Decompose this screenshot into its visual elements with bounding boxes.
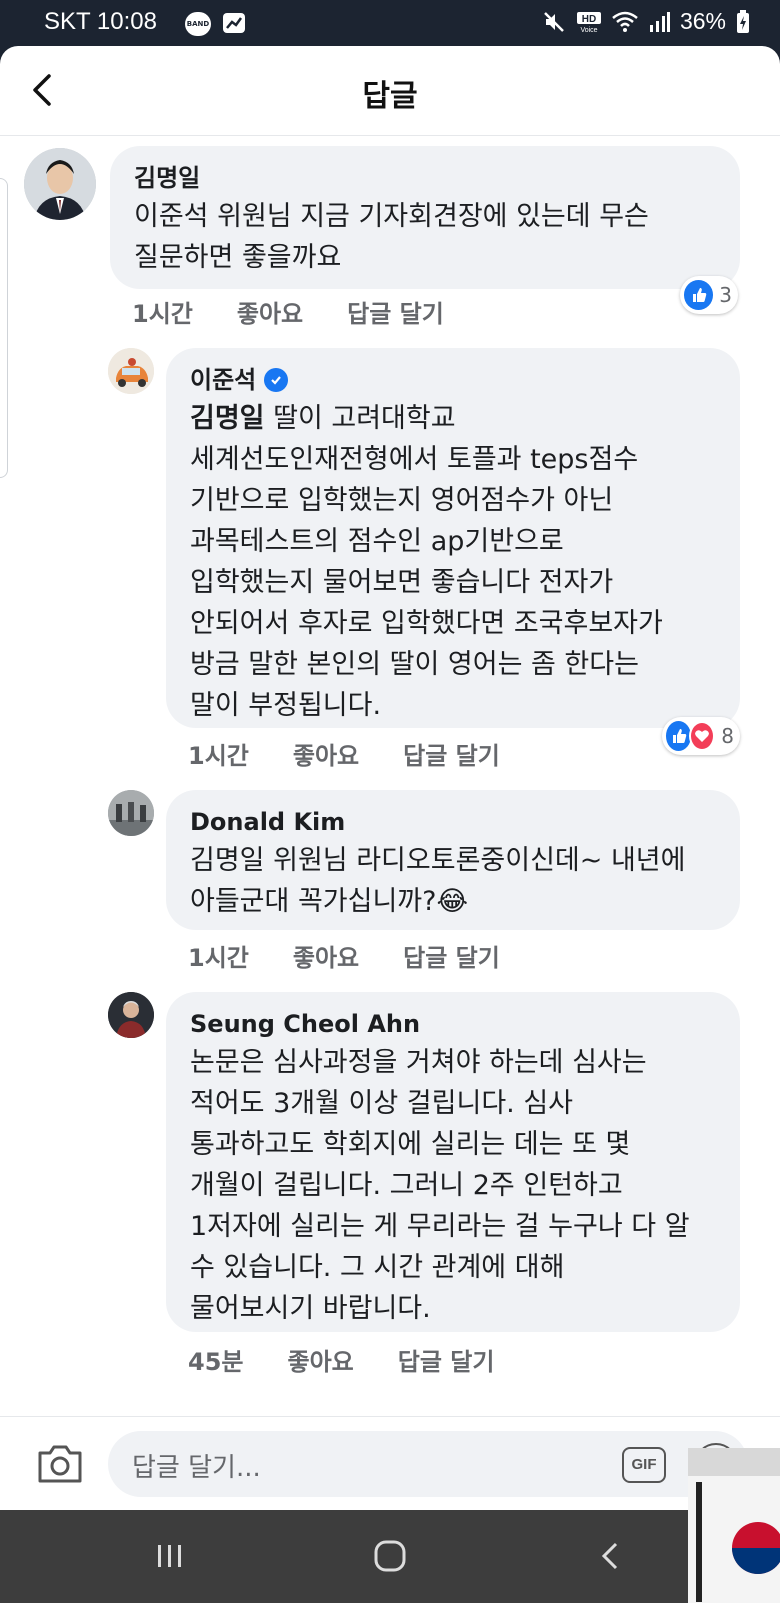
reply-button[interactable]: 답글 달기 [403,736,500,771]
svg-text:HD: HD [582,14,596,25]
reply-button[interactable]: 답글 달기 [403,938,500,973]
battery-icon [737,9,749,33]
comment-author[interactable]: 김명일 [134,160,716,196]
avatar[interactable] [24,148,96,220]
camera-icon [38,1445,82,1483]
avatar[interactable] [108,348,154,394]
comment-author[interactable]: 이준석 [190,362,256,398]
love-reaction-icon [689,721,716,751]
status-bar: SKT 10:08 BAND HD Voice 36% [0,0,780,46]
back-nav-icon [601,1542,618,1570]
like-button[interactable]: 좋아요 [287,1342,353,1377]
comment-author-row: 이준석 [190,362,716,398]
comment-author[interactable]: Seung Cheol Ahn [190,1006,716,1042]
wifi-icon [612,11,638,32]
parent-thread-edge [0,178,8,478]
comment-bubble: 김명일 이준석 위원님 지금 기자회견장에 있는데 무슨 질문하면 좋을까요 [110,146,740,289]
status-right: HD Voice 36% [542,8,750,35]
system-nav-bar [0,1510,780,1603]
comment-text: 김명일 위원님 라디오토론중이신데~ 내년에 아들군대 꼭가십니까?😂 [190,845,686,917]
page-title: 답글 [362,79,418,114]
like-button[interactable]: 좋아요 [293,736,359,771]
like-button[interactable]: 좋아요 [237,294,303,329]
comment-actions: 1시간 좋아요 답글 달기 [188,736,500,771]
reaction-summary[interactable]: 3 [680,276,738,314]
reply-button[interactable]: 답글 달기 [347,294,444,329]
chart-app-icon [222,12,246,34]
header: 답글 [0,46,780,136]
comment-bubble: 이준석 김명일 딸이 고려대학교 세계선도인재전형에서 토플과 teps점수 기… [166,348,740,728]
reaction-count: 8 [721,724,734,748]
home-button[interactable] [370,1536,410,1576]
avatar[interactable] [108,992,154,1038]
comment-time: 45분 [188,1348,244,1376]
comment-actions: 1시간 좋아요 답글 달기 [132,294,444,329]
back-nav-button[interactable] [590,1536,630,1576]
like-button[interactable]: 좋아요 [293,938,359,973]
reply-button[interactable]: 답글 달기 [398,1342,495,1377]
mention-link[interactable]: 김명일 [190,403,265,434]
carrier-time: SKT 10:08 [44,8,157,35]
reaction-count: 3 [719,283,732,307]
comment-text: 논문은 심사과정을 거쳐야 하는데 심사는 적어도 3개월 이상 걸립니다. 심… [190,1047,690,1324]
avatar[interactable] [108,790,154,836]
comment-time: 1시간 [188,742,249,770]
recent-apps-icon [158,1545,181,1567]
comment-bubble: Donald Kim 김명일 위원님 라디오토론중이신데~ 내년에 아들군대 꼭… [166,790,740,930]
mute-icon [544,11,564,32]
camera-button[interactable] [36,1441,84,1485]
like-reaction-icon [684,280,714,310]
band-app-icon: BAND [185,12,211,36]
comment-author[interactable]: Donald Kim [190,804,716,840]
reply-screen: 답글 김명일 이준석 위원님 지금 기자회견장에 있는데 무슨 질문하면 좋을까… [0,46,780,1510]
like-reaction-icon [666,721,692,751]
recent-apps-button[interactable] [150,1536,190,1576]
comment-time: 1시간 [132,300,193,328]
svg-text:Voice: Voice [580,27,597,34]
reaction-summary[interactable]: 8 [662,717,740,755]
reply-composer: 답글 달기... GIF [0,1416,780,1510]
comment-text: 김명일 딸이 고려대학교 세계선도인재전형에서 토플과 teps점수 기반으로 … [190,403,663,721]
comment-actions: 1시간 좋아요 답글 달기 [188,938,500,973]
gif-button[interactable]: GIF [622,1447,666,1483]
comment-bubble: Seung Cheol Ahn 논문은 심사과정을 거쳐야 하는데 심사는 적어… [166,992,740,1332]
comment-text: 이준석 위원님 지금 기자회견장에 있는데 무슨 질문하면 좋을까요 [134,201,649,273]
comment-actions: 45분 좋아요 답글 달기 [188,1342,494,1377]
home-icon [374,1540,406,1572]
comment-time: 1시간 [188,944,249,972]
battery-percent: 36% [679,8,726,34]
verified-badge-icon [264,368,289,392]
hd-voice-icon: HD Voice [576,11,601,34]
signal-icon [649,11,670,32]
video-overlay[interactable] [688,1448,780,1603]
